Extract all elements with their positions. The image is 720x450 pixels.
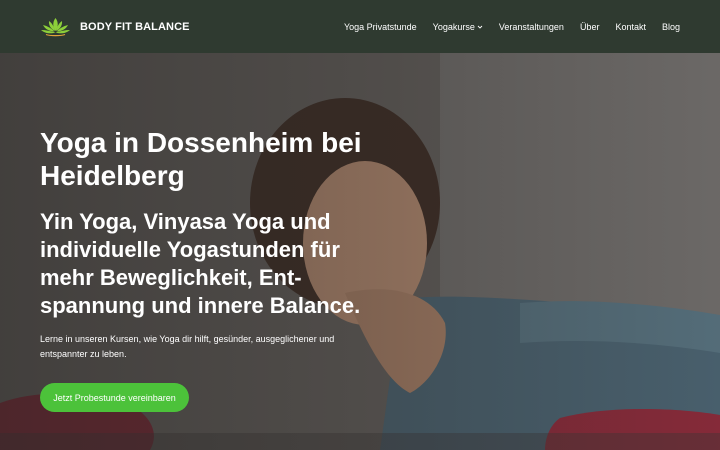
hero-section: Yoga in Dossenheim bei Heidelberg Yin Yo… xyxy=(0,53,720,450)
nav-item-kontakt[interactable]: Kontakt xyxy=(615,22,646,32)
nav-item-label: Yogakurse xyxy=(432,21,475,32)
nav-item-blog[interactable]: Blog xyxy=(662,22,680,32)
nav-item-label: Über xyxy=(579,21,600,32)
chevron-down-icon xyxy=(477,25,483,29)
lotus-icon xyxy=(41,17,70,36)
hero-title: Yoga in Dossenheim bei Heidelberg xyxy=(40,127,362,191)
nav-item-veranstaltungen[interactable]: Veranstaltungen xyxy=(499,22,564,32)
nav-item-yoga-privatstunde[interactable]: Yoga Privatstunde xyxy=(344,22,417,32)
hero-subtitle: Yin Yoga, Vinyasa Yoga und individuelle … xyxy=(40,209,361,318)
brand-name: BODY FIT BALANCE xyxy=(80,20,190,33)
nav-item-label: Veranstaltungen xyxy=(498,21,564,32)
nav-item-label: Blog xyxy=(661,21,680,32)
main-nav: Yoga Privatstunde Yogakurse Veranstaltun… xyxy=(344,22,680,32)
nav-item-label: Kontakt xyxy=(615,21,646,32)
nav-item-ueber[interactable]: Über xyxy=(580,22,600,32)
site-header: BODY FIT BALANCE Yoga Privatstunde Yogak… xyxy=(0,0,720,53)
hero-text: Lerne in unseren Kursen, wie Yoga dir hi… xyxy=(40,334,335,359)
nav-item-label: Yoga Privatstunde xyxy=(343,21,417,32)
page: BODY FIT BALANCE Yoga Privatstunde Yogak… xyxy=(0,0,720,450)
brand[interactable]: BODY FIT BALANCE xyxy=(40,16,190,38)
hero-content: Yoga in Dossenheim bei Heidelberg Yin Yo… xyxy=(40,126,460,362)
book-trial-class-button[interactable]: Jetzt Probestunde vereinbaren xyxy=(40,383,189,412)
nav-item-yogakurse[interactable]: Yogakurse xyxy=(433,22,483,32)
